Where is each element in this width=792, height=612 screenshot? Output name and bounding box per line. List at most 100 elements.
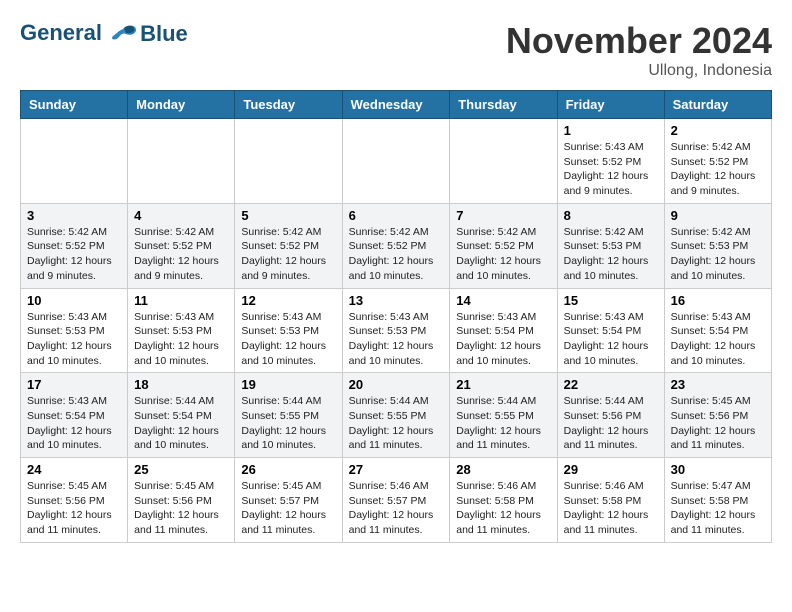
cell-info: Sunrise: 5:43 AM Sunset: 5:53 PM Dayligh… [241, 310, 335, 369]
calendar-cell: 29Sunrise: 5:46 AM Sunset: 5:58 PM Dayli… [557, 458, 664, 543]
day-header: Wednesday [342, 91, 450, 119]
day-header: Thursday [450, 91, 557, 119]
cell-info: Sunrise: 5:43 AM Sunset: 5:53 PM Dayligh… [27, 310, 121, 369]
day-number: 2 [671, 123, 765, 138]
cell-info: Sunrise: 5:42 AM Sunset: 5:53 PM Dayligh… [671, 225, 765, 284]
calendar-cell: 16 Sunrise: 5:43 AM Sunset: 5:54 PM Dayli… [664, 288, 771, 373]
calendar-cell [450, 119, 557, 204]
cell-info: Sunrise: 5:42 AM Sunset: 5:52 PM Dayligh… [241, 225, 335, 284]
cell-info: Sunrise: 5:43 AM Sunset: 5:54 PM Dayligh… [27, 394, 121, 453]
day-number: 18 [134, 377, 228, 392]
calendar-week-row: 10 Sunrise: 5:43 AM Sunset: 5:53 PM Dayli… [21, 288, 772, 373]
calendar-cell: 19Sunrise: 5:44 AM Sunset: 5:55 PM Dayli… [235, 373, 342, 458]
calendar-cell: 5 Sunrise: 5:42 AM Sunset: 5:52 PM Daylig… [235, 203, 342, 288]
cell-info: Sunrise: 5:43 AM Sunset: 5:53 PM Dayligh… [349, 310, 444, 369]
calendar-week-row: 24 Sunrise: 5:45 AM Sunset: 5:56 PM Dayli… [21, 458, 772, 543]
cell-info: Sunrise: 5:43 AM Sunset: 5:54 PM Dayligh… [564, 310, 658, 369]
calendar-cell: 14 Sunrise: 5:43 AM Sunset: 5:54 PM Dayli… [450, 288, 557, 373]
calendar-cell: 4 Sunrise: 5:42 AM Sunset: 5:52 PM Daylig… [128, 203, 235, 288]
cell-info: Sunrise: 5:42 AM Sunset: 5:52 PM Dayligh… [134, 225, 228, 284]
calendar-cell: 2 Sunrise: 5:42 AM Sunset: 5:52 PM Daylig… [664, 119, 771, 204]
cell-info: Sunrise: 5:44 AM Sunset: 5:56 PM Dayligh… [564, 394, 658, 453]
day-header: Tuesday [235, 91, 342, 119]
calendar-cell: 26Sunrise: 5:45 AM Sunset: 5:57 PM Dayli… [235, 458, 342, 543]
day-header: Friday [557, 91, 664, 119]
day-header: Saturday [664, 91, 771, 119]
calendar-cell: 1 Sunrise: 5:43 AM Sunset: 5:52 PM Daylig… [557, 119, 664, 204]
day-number: 1 [564, 123, 658, 138]
logo: General Blue [20, 20, 188, 48]
calendar-cell: 13 Sunrise: 5:43 AM Sunset: 5:53 PM Dayli… [342, 288, 450, 373]
title-area: November 2024 Ullong, Indonesia [506, 20, 772, 80]
bird-icon [110, 20, 138, 48]
calendar-cell: 30Sunrise: 5:47 AM Sunset: 5:58 PM Dayli… [664, 458, 771, 543]
calendar-cell: 15Sunrise: 5:43 AM Sunset: 5:54 PM Dayli… [557, 288, 664, 373]
day-number: 16 [671, 293, 765, 308]
logo-line2: Blue [140, 21, 188, 47]
day-number: 23 [671, 377, 765, 392]
day-number: 6 [349, 208, 444, 223]
day-number: 17 [27, 377, 121, 392]
cell-info: Sunrise: 5:44 AM Sunset: 5:55 PM Dayligh… [349, 394, 444, 453]
calendar-cell: 21Sunrise: 5:44 AM Sunset: 5:55 PM Dayli… [450, 373, 557, 458]
day-number: 4 [134, 208, 228, 223]
calendar-week-row: 17 Sunrise: 5:43 AM Sunset: 5:54 PM Dayli… [21, 373, 772, 458]
cell-info: Sunrise: 5:42 AM Sunset: 5:53 PM Dayligh… [564, 225, 658, 284]
day-number: 7 [456, 208, 550, 223]
cell-info: Sunrise: 5:45 AM Sunset: 5:56 PM Dayligh… [134, 479, 228, 538]
calendar-cell: 11Sunrise: 5:43 AM Sunset: 5:53 PM Dayli… [128, 288, 235, 373]
cell-info: Sunrise: 5:42 AM Sunset: 5:52 PM Dayligh… [456, 225, 550, 284]
calendar-cell: 24 Sunrise: 5:45 AM Sunset: 5:56 PM Dayli… [21, 458, 128, 543]
day-number: 5 [241, 208, 335, 223]
cell-info: Sunrise: 5:42 AM Sunset: 5:52 PM Dayligh… [349, 225, 444, 284]
cell-info: Sunrise: 5:46 AM Sunset: 5:58 PM Dayligh… [456, 479, 550, 538]
calendar-cell: 12 Sunrise: 5:43 AM Sunset: 5:53 PM Dayli… [235, 288, 342, 373]
calendar-week-row: 3 Sunrise: 5:42 AM Sunset: 5:52 PM Daylig… [21, 203, 772, 288]
day-number: 28 [456, 462, 550, 477]
calendar-cell [342, 119, 450, 204]
cell-info: Sunrise: 5:44 AM Sunset: 5:54 PM Dayligh… [134, 394, 228, 453]
cell-info: Sunrise: 5:42 AM Sunset: 5:52 PM Dayligh… [671, 140, 765, 199]
calendar-cell: 20Sunrise: 5:44 AM Sunset: 5:55 PM Dayli… [342, 373, 450, 458]
day-number: 25 [134, 462, 228, 477]
calendar-cell: 22Sunrise: 5:44 AM Sunset: 5:56 PM Dayli… [557, 373, 664, 458]
calendar-cell: 9Sunrise: 5:42 AM Sunset: 5:53 PM Daylig… [664, 203, 771, 288]
day-number: 14 [456, 293, 550, 308]
location: Ullong, Indonesia [506, 62, 772, 80]
cell-info: Sunrise: 5:45 AM Sunset: 5:56 PM Dayligh… [671, 394, 765, 453]
day-number: 12 [241, 293, 335, 308]
day-header: Monday [128, 91, 235, 119]
day-number: 27 [349, 462, 444, 477]
calendar-cell: 28 Sunrise: 5:46 AM Sunset: 5:58 PM Dayli… [450, 458, 557, 543]
calendar-cell: 6 Sunrise: 5:42 AM Sunset: 5:52 PM Daylig… [342, 203, 450, 288]
cell-info: Sunrise: 5:45 AM Sunset: 5:56 PM Dayligh… [27, 479, 121, 538]
day-number: 8 [564, 208, 658, 223]
calendar-cell: 8 Sunrise: 5:42 AM Sunset: 5:53 PM Daylig… [557, 203, 664, 288]
cell-info: Sunrise: 5:44 AM Sunset: 5:55 PM Dayligh… [241, 394, 335, 453]
calendar-cell: 10 Sunrise: 5:43 AM Sunset: 5:53 PM Dayli… [21, 288, 128, 373]
calendar-cell: 25 Sunrise: 5:45 AM Sunset: 5:56 PM Dayli… [128, 458, 235, 543]
cell-info: Sunrise: 5:43 AM Sunset: 5:52 PM Dayligh… [564, 140, 658, 199]
calendar-cell: 23 Sunrise: 5:45 AM Sunset: 5:56 PM Dayli… [664, 373, 771, 458]
cell-info: Sunrise: 5:43 AM Sunset: 5:54 PM Dayligh… [671, 310, 765, 369]
calendar-cell: 27 Sunrise: 5:46 AM Sunset: 5:57 PM Dayli… [342, 458, 450, 543]
cell-info: Sunrise: 5:42 AM Sunset: 5:52 PM Dayligh… [27, 225, 121, 284]
day-number: 13 [349, 293, 444, 308]
cell-info: Sunrise: 5:43 AM Sunset: 5:54 PM Dayligh… [456, 310, 550, 369]
calendar-cell: 17 Sunrise: 5:43 AM Sunset: 5:54 PM Dayli… [21, 373, 128, 458]
logo-line1: General [20, 20, 102, 45]
calendar-cell [235, 119, 342, 204]
day-number: 10 [27, 293, 121, 308]
cell-info: Sunrise: 5:46 AM Sunset: 5:57 PM Dayligh… [349, 479, 444, 538]
cell-info: Sunrise: 5:47 AM Sunset: 5:58 PM Dayligh… [671, 479, 765, 538]
day-number: 11 [134, 293, 228, 308]
cell-info: Sunrise: 5:44 AM Sunset: 5:55 PM Dayligh… [456, 394, 550, 453]
calendar-week-row: 1 Sunrise: 5:43 AM Sunset: 5:52 PM Daylig… [21, 119, 772, 204]
calendar-cell: 7 Sunrise: 5:42 AM Sunset: 5:52 PM Daylig… [450, 203, 557, 288]
day-header: Sunday [21, 91, 128, 119]
calendar-cell [128, 119, 235, 204]
day-number: 29 [564, 462, 658, 477]
day-number: 24 [27, 462, 121, 477]
day-number: 3 [27, 208, 121, 223]
calendar-cell: 18 Sunrise: 5:44 AM Sunset: 5:54 PM Dayli… [128, 373, 235, 458]
